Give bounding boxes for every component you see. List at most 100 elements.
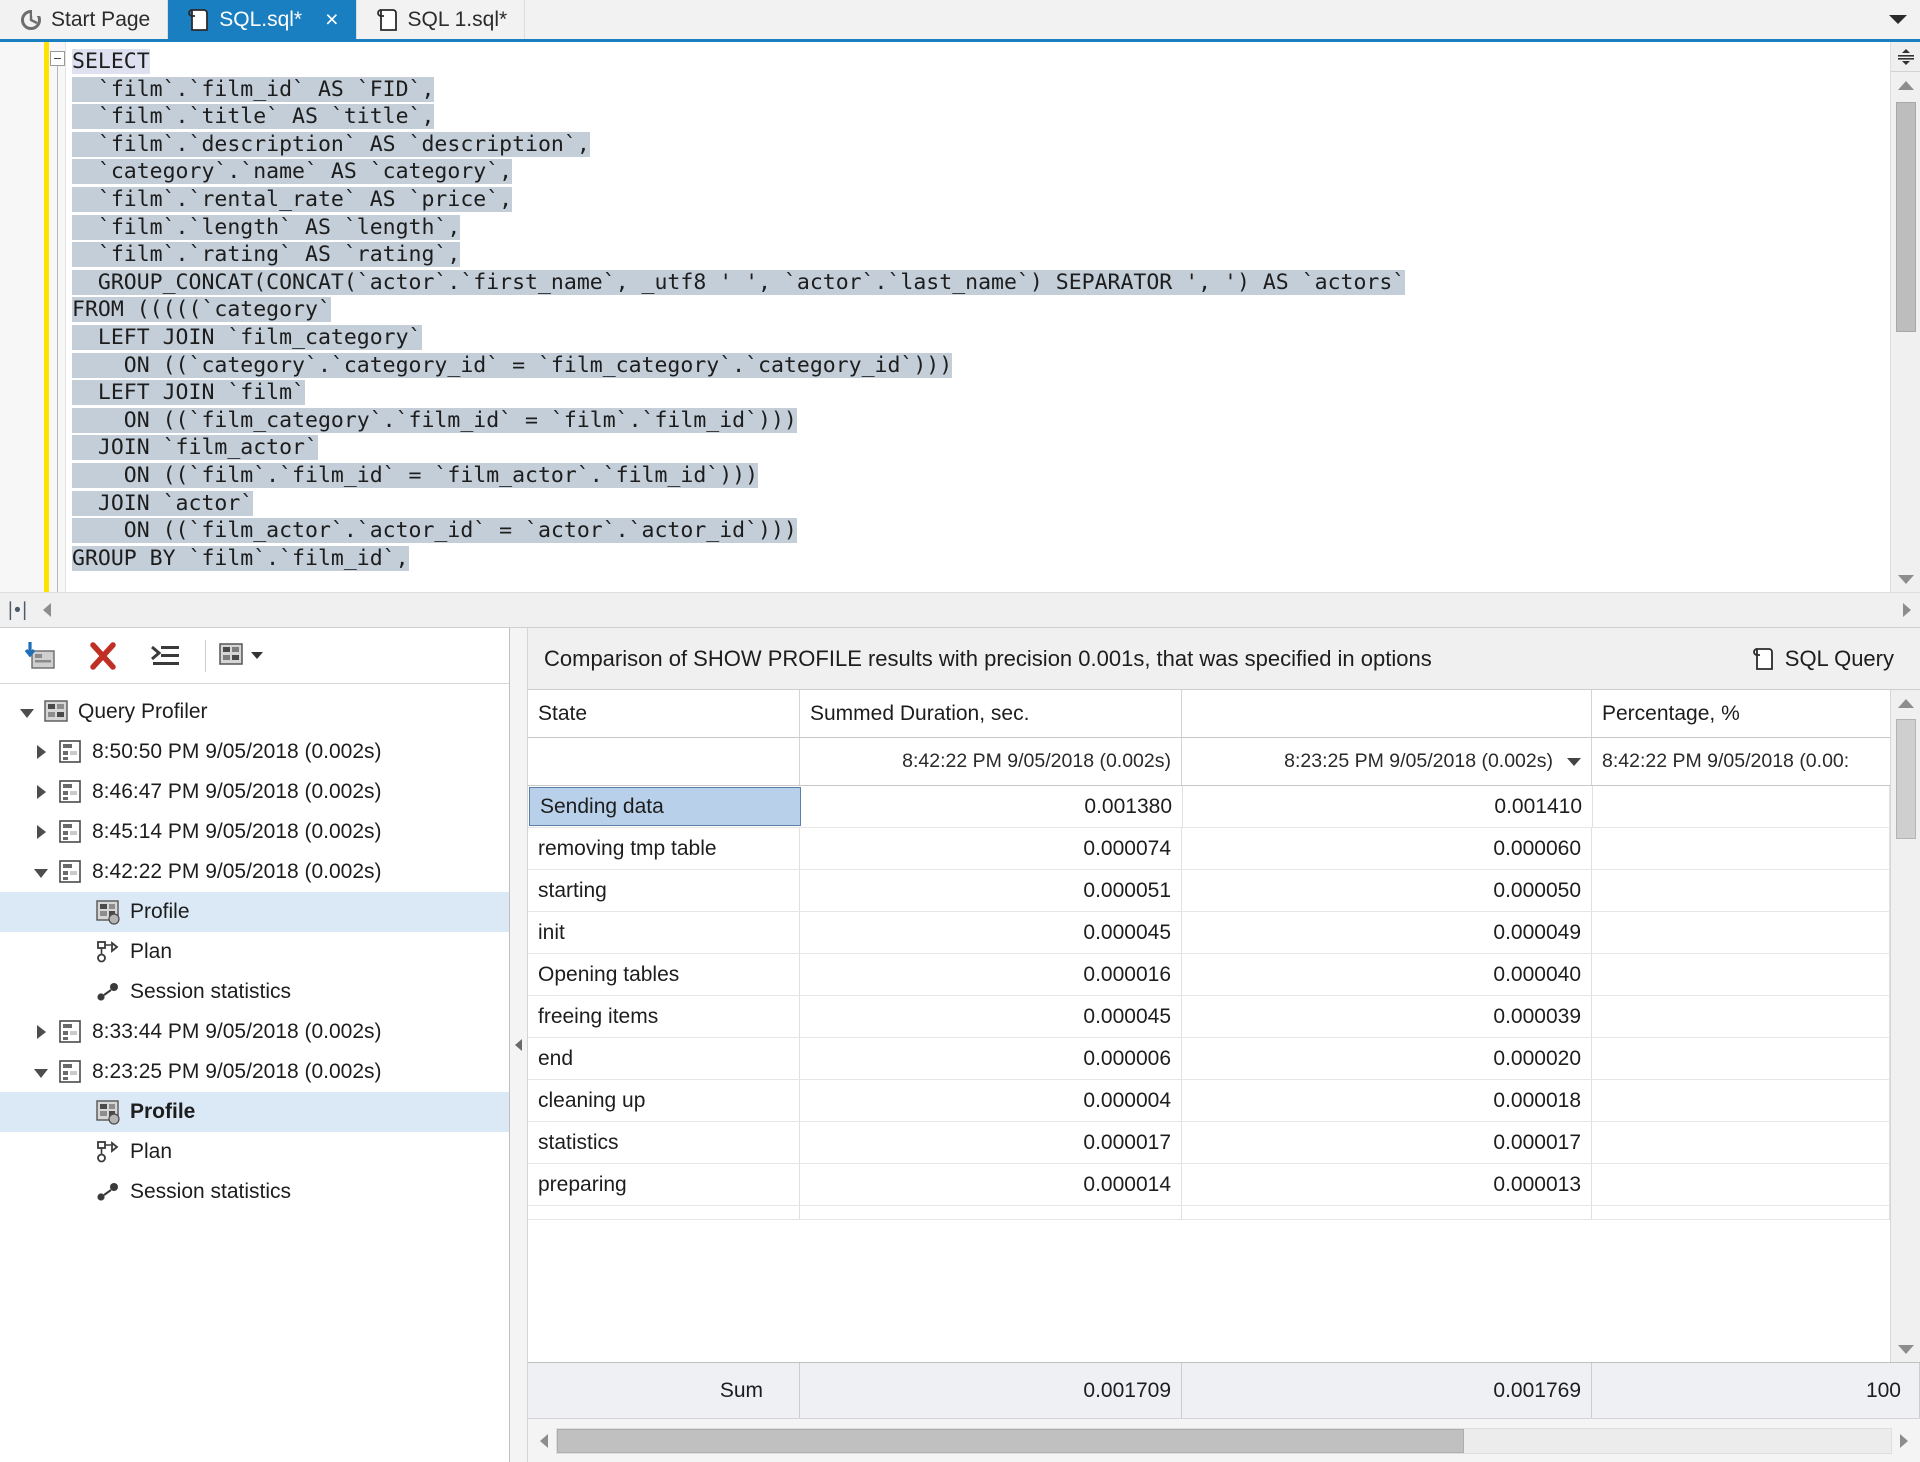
tab-sql-1-sql[interactable]: SQL 1.sql* [356,0,526,39]
cell-duration-run-1[interactable]: 0.000006 [800,1038,1182,1079]
chevron-down-icon[interactable] [1567,757,1581,766]
cell-duration-run-1[interactable]: 0.001380 [801,786,1183,827]
scroll-up-button[interactable] [1891,72,1920,98]
sql-code-text[interactable]: SELECT `film`.`film_id` AS `FID`, `film`… [66,42,1890,572]
cell-duration-run-1[interactable]: 0.000051 [800,870,1182,911]
cell-duration-run-1[interactable]: 0.000017 [800,1122,1182,1163]
table-row-partial[interactable] [528,1206,1890,1220]
cell-state[interactable] [528,1206,800,1219]
cell-duration-run-1[interactable]: 0.000014 [800,1164,1182,1205]
cell-state[interactable]: removing tmp table [528,828,800,869]
cell-duration-run-1[interactable]: 0.000074 [800,828,1182,869]
tree-item-session-statistics[interactable]: Session statistics [0,1172,509,1212]
tree-item-session-statistics[interactable]: Session statistics [0,972,509,1012]
cell-state[interactable]: preparing [528,1164,800,1205]
cell-duration-run-2[interactable]: 0.000013 [1182,1164,1592,1205]
options-button[interactable] [217,632,263,680]
tree-item-plan[interactable]: Plan [0,932,509,972]
grid-horizontal-scrollbar[interactable] [528,1418,1920,1462]
scroll-left-button[interactable] [34,603,60,617]
table-row[interactable]: Opening tables 0.000016 0.000040 [528,954,1890,996]
cell-percentage[interactable] [1592,1038,1890,1079]
tab-start-page[interactable]: Start Page [0,0,169,39]
tree-item-session[interactable]: 8:50:50 PM 9/05/2018 (0.002s) [0,732,509,772]
cell-percentage[interactable] [1592,828,1890,869]
cell-state[interactable]: statistics [528,1122,800,1163]
table-row[interactable]: freeing items 0.000045 0.000039 [528,996,1890,1038]
scroll-right-button[interactable] [1894,603,1920,617]
cell-percentage[interactable] [1592,954,1890,995]
collapse-all-button[interactable] [136,632,194,680]
editor-vertical-scrollbar[interactable] [1890,42,1920,592]
scroll-down-button[interactable] [1891,566,1920,592]
cell-percentage[interactable] [1592,870,1890,911]
horizontal-scroll-track[interactable] [60,592,1894,628]
expander-open[interactable] [14,707,40,718]
editor-gutter[interactable] [0,42,66,592]
cell-duration-run-1[interactable]: 0.000045 [800,996,1182,1037]
grid-body[interactable]: Sending data 0.001380 0.001410 removing tmp… [528,786,1890,1362]
table-row[interactable]: Sending data 0.001380 0.001410 [528,786,1890,828]
cell-percentage[interactable] [1592,1206,1890,1219]
cell-duration-run-1[interactable]: 0.000004 [800,1080,1182,1121]
cell-state[interactable]: init [528,912,800,953]
tree-root-query-profiler[interactable]: Query Profiler [0,692,509,732]
tree-item-session[interactable]: 8:46:47 PM 9/05/2018 (0.002s) [0,772,509,812]
grid-scroll-up-button[interactable] [1891,690,1920,716]
expander-collapsed[interactable] [28,825,54,839]
expander-open[interactable] [28,1067,54,1078]
cell-duration-run-2[interactable]: 0.000018 [1182,1080,1592,1121]
cell-percentage[interactable] [1592,912,1890,953]
grid-scroll-down-button[interactable] [1891,1336,1920,1362]
sql-query-button[interactable]: SQL Query [1752,646,1902,672]
grid-scroll-thumb[interactable] [1895,719,1916,839]
tree-item-profile[interactable]: Profile [0,1092,509,1132]
cell-duration-run-2[interactable]: 0.000050 [1182,870,1592,911]
column-header-spacer[interactable] [1182,690,1592,737]
cell-percentage[interactable] [1592,1164,1890,1205]
cell-percentage[interactable] [1592,1122,1890,1163]
grid-vertical-scrollbar[interactable] [1890,690,1920,1362]
delete-button[interactable] [74,632,132,680]
table-row[interactable]: init 0.000045 0.000049 [528,912,1890,954]
editor-horizontal-scrollbar[interactable]: ∣•∣ [0,592,1920,628]
cell-duration-run-1[interactable] [800,1206,1182,1219]
grid-horizontal-thumb[interactable] [557,1428,1465,1453]
cell-duration-run-2[interactable]: 0.000040 [1182,954,1592,995]
table-row[interactable]: preparing 0.000014 0.000013 [528,1164,1890,1206]
table-row[interactable]: starting 0.000051 0.000050 [528,870,1890,912]
tree-item-profile[interactable]: Profile [0,892,509,932]
cell-percentage[interactable] [1592,1080,1890,1121]
expander-collapsed[interactable] [28,785,54,799]
cell-duration-run-1[interactable]: 0.000016 [800,954,1182,995]
cell-percentage[interactable] [1592,996,1890,1037]
table-row[interactable]: statistics 0.000017 0.000017 [528,1122,1890,1164]
cell-duration-run-2[interactable]: 0.000020 [1182,1038,1592,1079]
cell-duration-run-1[interactable]: 0.000045 [800,912,1182,953]
tree-item-session[interactable]: 8:33:44 PM 9/05/2018 (0.002s) [0,1012,509,1052]
tree-item-session[interactable]: 8:42:22 PM 9/05/2018 (0.002s) [0,852,509,892]
import-profile-button[interactable] [12,632,70,680]
grid-scroll-left-button[interactable] [532,1433,556,1448]
table-row[interactable]: cleaning up 0.000004 0.000018 [528,1080,1890,1122]
tree-item-plan[interactable]: Plan [0,1132,509,1172]
cell-state[interactable]: starting [528,870,800,911]
code-fold-toggle[interactable] [50,51,65,66]
subheader-run-1[interactable]: 8:42:22 PM 9/05/2018 (0.002s) [800,738,1182,785]
cell-duration-run-2[interactable]: 0.000049 [1182,912,1592,953]
grid-horizontal-track[interactable] [556,1427,1892,1454]
split-editor-button[interactable] [1890,42,1920,72]
expander-collapsed[interactable] [28,1025,54,1039]
editor-scroll-thumb[interactable] [1895,102,1916,332]
cell-state[interactable]: Sending data [529,787,801,826]
tree-item-session[interactable]: 8:45:14 PM 9/05/2018 (0.002s) [0,812,509,852]
cell-state[interactable]: end [528,1038,800,1079]
sql-code-area[interactable]: SELECT `film`.`film_id` AS `FID`, `film`… [66,42,1890,592]
table-row[interactable]: removing tmp table 0.000074 0.000060 [528,828,1890,870]
table-row[interactable]: end 0.000006 0.000020 [528,1038,1890,1080]
subheader-run-2[interactable]: 8:23:25 PM 9/05/2018 (0.002s) [1182,738,1592,785]
close-icon[interactable]: × [325,8,338,31]
column-header-state[interactable]: State [528,690,800,737]
cell-duration-run-2[interactable]: 0.000060 [1182,828,1592,869]
column-header-summed-duration[interactable]: Summed Duration, sec. [800,690,1182,737]
